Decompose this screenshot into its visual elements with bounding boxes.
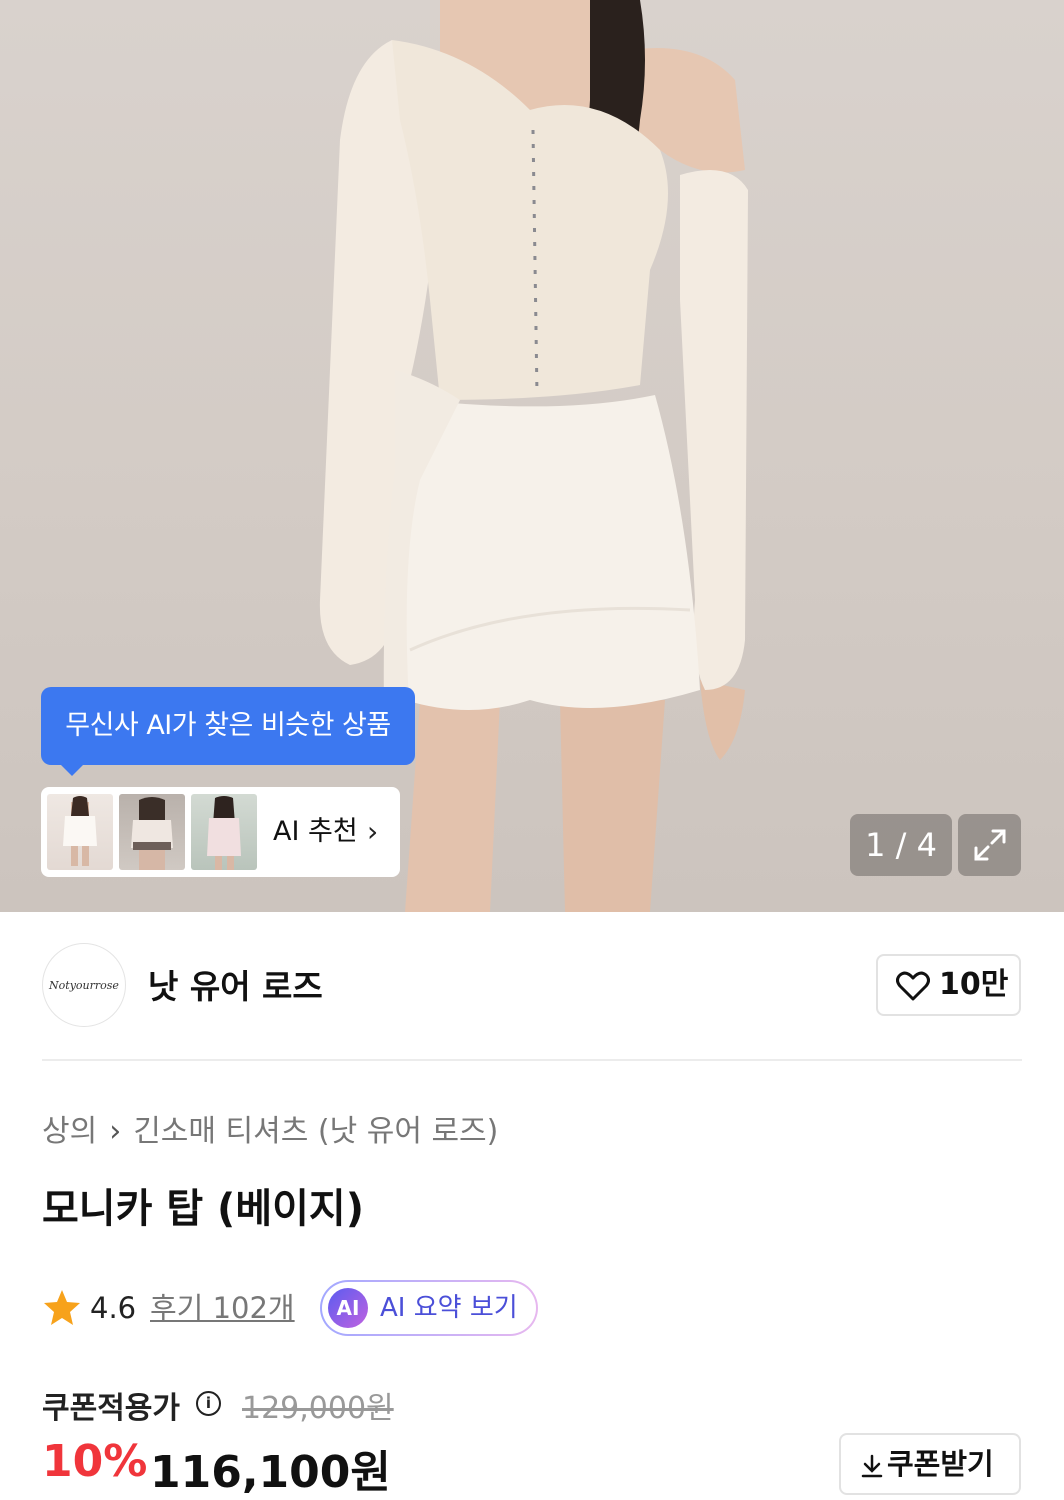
- divider: [42, 1059, 1022, 1061]
- brand-logo-text: Notyourrose: [49, 979, 119, 992]
- breadcrumb-category[interactable]: 상의: [42, 1114, 97, 1149]
- rating-row: 4.6 후기 102개 AI AI 요약 보기: [42, 1280, 642, 1336]
- brand-logo[interactable]: Notyourrose: [42, 943, 126, 1027]
- download-icon: [861, 1454, 883, 1478]
- ai-badge-icon: AI: [328, 1288, 368, 1328]
- ai-summary-label: AI 요약 보기: [380, 1293, 518, 1323]
- breadcrumb-subcategory[interactable]: 긴소매 티셔츠 (낫 유어 로즈): [133, 1114, 498, 1149]
- star-icon: [44, 1290, 80, 1325]
- get-coupon-button[interactable]: 쿠폰받기: [839, 1433, 1021, 1495]
- info-icon[interactable]: i: [196, 1391, 221, 1416]
- original-price: 129,000원: [242, 1391, 394, 1426]
- similar-product-thumb[interactable]: [47, 794, 113, 870]
- expand-icon: [974, 829, 1006, 861]
- like-count: 10만: [939, 967, 1009, 1002]
- ai-similar-tooltip[interactable]: 무신사 AI가 찾은 비슷한 상품: [41, 687, 415, 765]
- reviews-link[interactable]: 후기 102개: [150, 1280, 295, 1336]
- product-image[interactable]: 무신사 AI가 찾은 비슷한 상품 AI 추천 › 1 / 4: [0, 0, 1064, 912]
- tooltip-tail: [60, 764, 84, 776]
- similar-product-thumb[interactable]: [191, 794, 257, 870]
- heart-icon: [896, 971, 930, 1001]
- chevron-right-icon: ›: [109, 1114, 122, 1149]
- ai-recommend-label[interactable]: AI 추천: [273, 787, 358, 877]
- brand-name[interactable]: 낫 유어 로즈: [148, 960, 323, 1008]
- get-coupon-label: 쿠폰받기: [887, 1447, 994, 1481]
- final-price: 116,100원: [150, 1447, 391, 1498]
- product-title: 모니카 탑 (베이지): [42, 1186, 365, 1232]
- chevron-right-icon: ›: [367, 815, 379, 848]
- rating-value: 4.6: [90, 1291, 137, 1325]
- breadcrumb: 상의 › 긴소매 티셔츠 (낫 유어 로즈): [42, 1106, 498, 1150]
- ai-summary-button[interactable]: AI AI 요약 보기: [320, 1280, 538, 1336]
- like-button[interactable]: 10만: [876, 954, 1021, 1016]
- coupon-price-label: 쿠폰적용가: [42, 1391, 180, 1426]
- discount-rate: 10%: [42, 1436, 148, 1487]
- similar-product-thumb[interactable]: [119, 794, 185, 870]
- expand-button[interactable]: [958, 814, 1021, 876]
- ai-recommend-strip[interactable]: AI 추천 ›: [41, 787, 400, 877]
- product-photo: [319, 0, 748, 912]
- image-page-indicator: 1 / 4: [850, 814, 952, 876]
